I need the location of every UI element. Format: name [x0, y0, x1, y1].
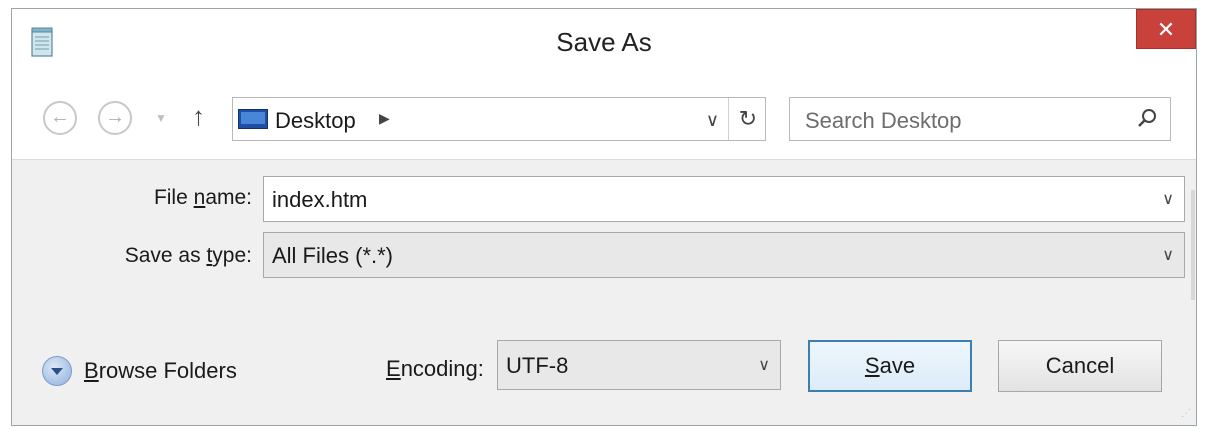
save-as-type-value[interactable]: All Files (*.*)	[272, 243, 393, 269]
file-name-input[interactable]: index.htm ∨	[263, 176, 1185, 222]
save-as-type-label: Save as type:	[124, 244, 252, 267]
navigation-bar: ← → ▼ ↑ Desktop ▶ ∨ ↻ Search Desktop	[12, 75, 1196, 159]
address-divider	[728, 98, 729, 140]
search-placeholder: Search Desktop	[805, 108, 962, 133]
save-as-dialog: Save As ✕ ← → ▼ ↑ Desktop ▶ ∨ ↻ Search D…	[11, 8, 1197, 426]
search-icon[interactable]	[1134, 106, 1160, 132]
forward-button[interactable]: →	[98, 101, 132, 135]
title-bar[interactable]: Save As ✕	[12, 9, 1196, 75]
close-button[interactable]: ✕	[1136, 9, 1196, 49]
cancel-button[interactable]: Cancel	[998, 340, 1162, 392]
encoding-label: Encoding:	[386, 356, 484, 381]
address-bar[interactable]: Desktop ▶ ∨ ↻	[232, 97, 766, 141]
save-button[interactable]: Save	[808, 340, 972, 392]
dialog-title: Save As	[556, 27, 652, 57]
chevron-down-icon[interactable]: ∨	[1162, 189, 1174, 209]
file-name-label: File name:	[153, 186, 252, 209]
back-button[interactable]: ←	[43, 101, 77, 135]
encoding-select[interactable]: UTF-8 ∨	[497, 340, 781, 390]
up-arrow-icon[interactable]: ↑	[192, 101, 205, 132]
scrollbar[interactable]	[1191, 190, 1195, 300]
desktop-icon	[238, 109, 268, 129]
chevron-down-icon[interactable]: ∨	[758, 355, 770, 375]
details-panel: File name: index.htm ∨ Save as type: All…	[12, 159, 1196, 425]
search-input[interactable]: Search Desktop	[789, 97, 1171, 141]
file-name-value[interactable]: index.htm	[272, 187, 367, 213]
chevron-down-icon[interactable]: ∨	[706, 110, 719, 131]
chevron-down-icon[interactable]: ∨	[1162, 245, 1174, 265]
breadcrumb-chevron-icon[interactable]: ▶	[379, 110, 390, 127]
expand-icon[interactable]	[42, 356, 72, 386]
recent-locations-dropdown-icon[interactable]: ▼	[155, 111, 167, 125]
browse-folders-label[interactable]: Browse Folders	[84, 358, 237, 384]
refresh-icon[interactable]: ↻	[739, 106, 757, 132]
encoding-value[interactable]: UTF-8	[506, 353, 568, 379]
address-location[interactable]: Desktop	[275, 108, 356, 134]
resize-grip-icon[interactable]: ⋰	[1181, 408, 1191, 419]
save-as-type-select[interactable]: All Files (*.*) ∨	[263, 232, 1185, 278]
